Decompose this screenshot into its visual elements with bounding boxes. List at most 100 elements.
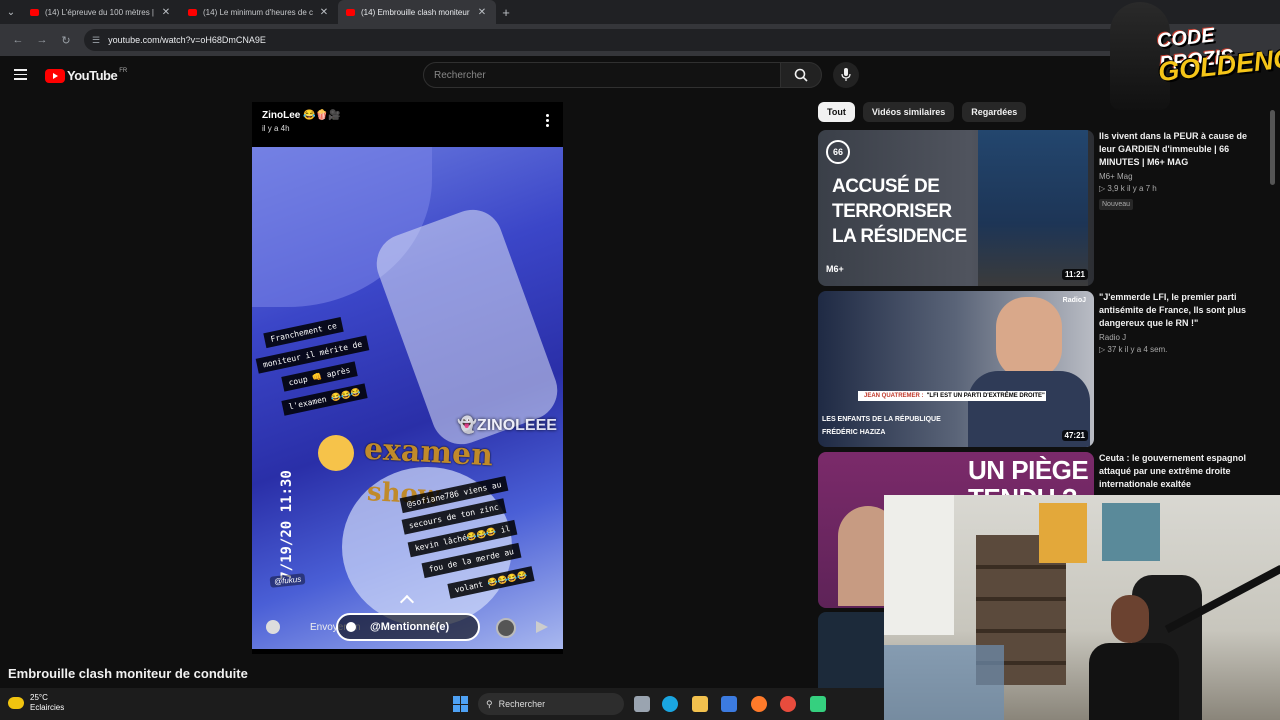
video-age: il y a 4h: [262, 124, 290, 133]
taskbar-search-label: Rechercher: [498, 699, 546, 709]
view-meta: ▷ 3,9 k il y a 7 h: [1099, 184, 1157, 193]
youtube-logo[interactable]: YouTube FR: [45, 68, 127, 83]
mention-label: @Mentionné(e): [370, 621, 450, 633]
video-author[interactable]: ZinoLee 😂🍿🎥: [262, 110, 340, 121]
video-player[interactable]: ZinoLee 😂🍿🎥 il y a 4h Franchement ce mon…: [252, 102, 563, 654]
partly-cloudy-icon: [8, 697, 24, 709]
forward-arrow-icon[interactable]: →: [30, 34, 54, 46]
site-info-icon[interactable]: ☰: [92, 35, 100, 46]
youtube-header: YouTube FR Rechercher: [0, 56, 1280, 94]
chip-similar[interactable]: Vidéos similaires: [862, 102, 955, 122]
video-thumbnail[interactable]: RadioJ JEAN QUATREMER : "LFI EST UN PARTI…: [818, 291, 1094, 447]
close-tab-icon[interactable]: ✕: [318, 7, 330, 18]
more-options-icon[interactable]: [546, 114, 549, 129]
logo-wordmark: YouTube: [67, 68, 118, 83]
duration-badge: 47:21: [1061, 430, 1088, 441]
channel-logo-badge: 66: [826, 140, 850, 164]
brand-mark: M6+: [826, 264, 844, 274]
close-tab-icon[interactable]: ✕: [476, 7, 488, 18]
tab-search-chevron-icon[interactable]: ⌄: [0, 0, 22, 24]
recommendation-item[interactable]: 66 ACCUSÉ DE TERRORISER LA RÉSIDENCE M6+…: [818, 130, 1278, 286]
desk-items: [884, 645, 1004, 720]
webcam-overlay: [884, 495, 1280, 720]
recommendation-title[interactable]: Ils vivent dans la PEUR à cause de leur …: [1099, 130, 1249, 169]
snap-reply-bar: Envoyer un @Mentionné(e): [252, 612, 563, 646]
overlay-tag: @fukus: [269, 573, 306, 588]
scrollbar-thumb[interactable]: [1270, 110, 1275, 185]
record-icon: [496, 618, 516, 638]
search-input[interactable]: Rechercher: [423, 62, 781, 88]
filter-chips: Tout Vidéos similaires Regardées: [818, 102, 1027, 122]
youtube-play-icon: [45, 68, 65, 83]
mention-pill: @Mentionné(e): [336, 613, 480, 641]
view-meta: ▷ 37 k il y a 4 sem.: [1099, 345, 1168, 354]
firefox-icon[interactable]: [751, 696, 767, 712]
browser-tab-1[interactable]: (14) L'épreuve du 100 mètres | ✕: [22, 0, 180, 24]
task-view-icon[interactable]: [634, 696, 650, 712]
hamburger-menu-icon[interactable]: [14, 69, 27, 80]
poster: [1039, 503, 1087, 563]
browser-tab-3-active[interactable]: (14) Embrouille clash moniteur ✕: [338, 0, 496, 24]
recommendation-title[interactable]: Ceuta : le gouvernement espagnol attaqué…: [1099, 452, 1249, 491]
channel-name[interactable]: Radio J: [1099, 333, 1249, 342]
browser-tab-bar: ⌄ (14) L'épreuve du 100 mètres | ✕ (14) …: [0, 0, 1280, 24]
snap-date-stamp: 7/19/20 11:30: [278, 470, 295, 580]
browser-tab-2[interactable]: (14) Le minimum d'heures de c ✕: [180, 0, 338, 24]
youtube-favicon-icon: [30, 8, 39, 16]
send-arrow-icon: [536, 621, 548, 633]
laughing-emoji-icon: [318, 435, 354, 471]
camera-icon: [266, 620, 280, 634]
file-explorer-icon[interactable]: [692, 696, 708, 712]
windows-taskbar: 25°C Eclaircies ⚲ Rechercher: [0, 688, 884, 720]
person-icon: [346, 622, 356, 632]
recommendation-item[interactable]: RadioJ JEAN QUATREMER : "LFI EST UN PARTI…: [818, 291, 1278, 447]
streamer: [1089, 595, 1179, 720]
thumbnail-headline: ACCUSÉ DE TERRORISER LA RÉSIDENCE: [832, 176, 967, 247]
chip-watched[interactable]: Regardées: [962, 102, 1027, 122]
video-title: Embrouille clash moniteur de conduite: [8, 666, 248, 681]
weather-widget[interactable]: 25°C Eclaircies: [8, 693, 64, 713]
url-field[interactable]: ☰ youtube.com/watch?v=oH68DmCNA9E: [84, 29, 1124, 51]
microphone-icon: [841, 68, 851, 81]
search-button[interactable]: [780, 62, 822, 88]
duration-badge: 11:21: [1061, 269, 1088, 280]
channel-name[interactable]: M6+ Mag: [1099, 172, 1249, 181]
app-icon[interactable]: [810, 696, 826, 712]
recommendation-title[interactable]: "J'emmerde LFI, le premier parti antisém…: [1099, 291, 1249, 330]
weather-condition: Eclaircies: [30, 703, 65, 712]
country-code: FR: [119, 67, 128, 74]
chip-all[interactable]: Tout: [818, 102, 855, 122]
new-tab-plus-icon[interactable]: +: [496, 5, 516, 20]
video-thumbnail[interactable]: 66 ACCUSÉ DE TERRORISER LA RÉSIDENCE M6+…: [818, 130, 1094, 286]
search-icon: ⚲: [486, 698, 493, 709]
watermark-text: 👻ZINOLEEE: [457, 417, 557, 434]
youtube-favicon-icon: [346, 8, 355, 16]
edge-browser-icon[interactable]: [662, 696, 678, 712]
close-tab-icon[interactable]: ✕: [160, 7, 172, 18]
taskbar-search[interactable]: ⚲ Rechercher: [478, 693, 624, 715]
thumbnail-label: LES ENFANTS DE LA RÉPUBLIQUE: [822, 416, 941, 423]
voice-search-button[interactable]: [833, 62, 859, 88]
video-thumbnail[interactable]: [818, 612, 888, 688]
tab-title: (14) Embrouille clash moniteur: [361, 7, 470, 17]
windows-start-icon[interactable]: [453, 696, 469, 712]
back-arrow-icon[interactable]: ←: [6, 34, 30, 46]
thumbnail-label: FRÉDÉRIC HAZIZA: [822, 429, 886, 436]
tab-title: (14) L'épreuve du 100 mètres |: [45, 7, 154, 17]
youtube-favicon-icon: [188, 8, 197, 16]
store-icon[interactable]: [721, 696, 737, 712]
temperature: 25°C: [30, 693, 48, 702]
new-badge: Nouveau: [1099, 199, 1134, 210]
stream-brand-logo: CODE PROZIS GOLDENG: [1110, 2, 1280, 112]
overlay-big-text: examen: [363, 431, 494, 474]
video-frame: Franchement ce moniteur il mérite de cou…: [252, 147, 563, 649]
reload-icon[interactable]: ↻: [54, 34, 78, 47]
chrome-icon[interactable]: [780, 696, 796, 712]
tab-title: (14) Le minimum d'heures de c: [203, 7, 314, 17]
address-bar-row: ← → ↻ ☰ youtube.com/watch?v=oH68DmCNA9E: [0, 24, 1280, 56]
search-icon: [794, 68, 808, 82]
thumbnail-banner: JEAN QUATREMER : "LFI EST UN PARTI D'EXTR…: [858, 391, 1046, 401]
poster: [1102, 503, 1160, 561]
radio-logo: RadioJ: [1062, 297, 1086, 304]
url-text: youtube.com/watch?v=oH68DmCNA9E: [108, 35, 266, 45]
